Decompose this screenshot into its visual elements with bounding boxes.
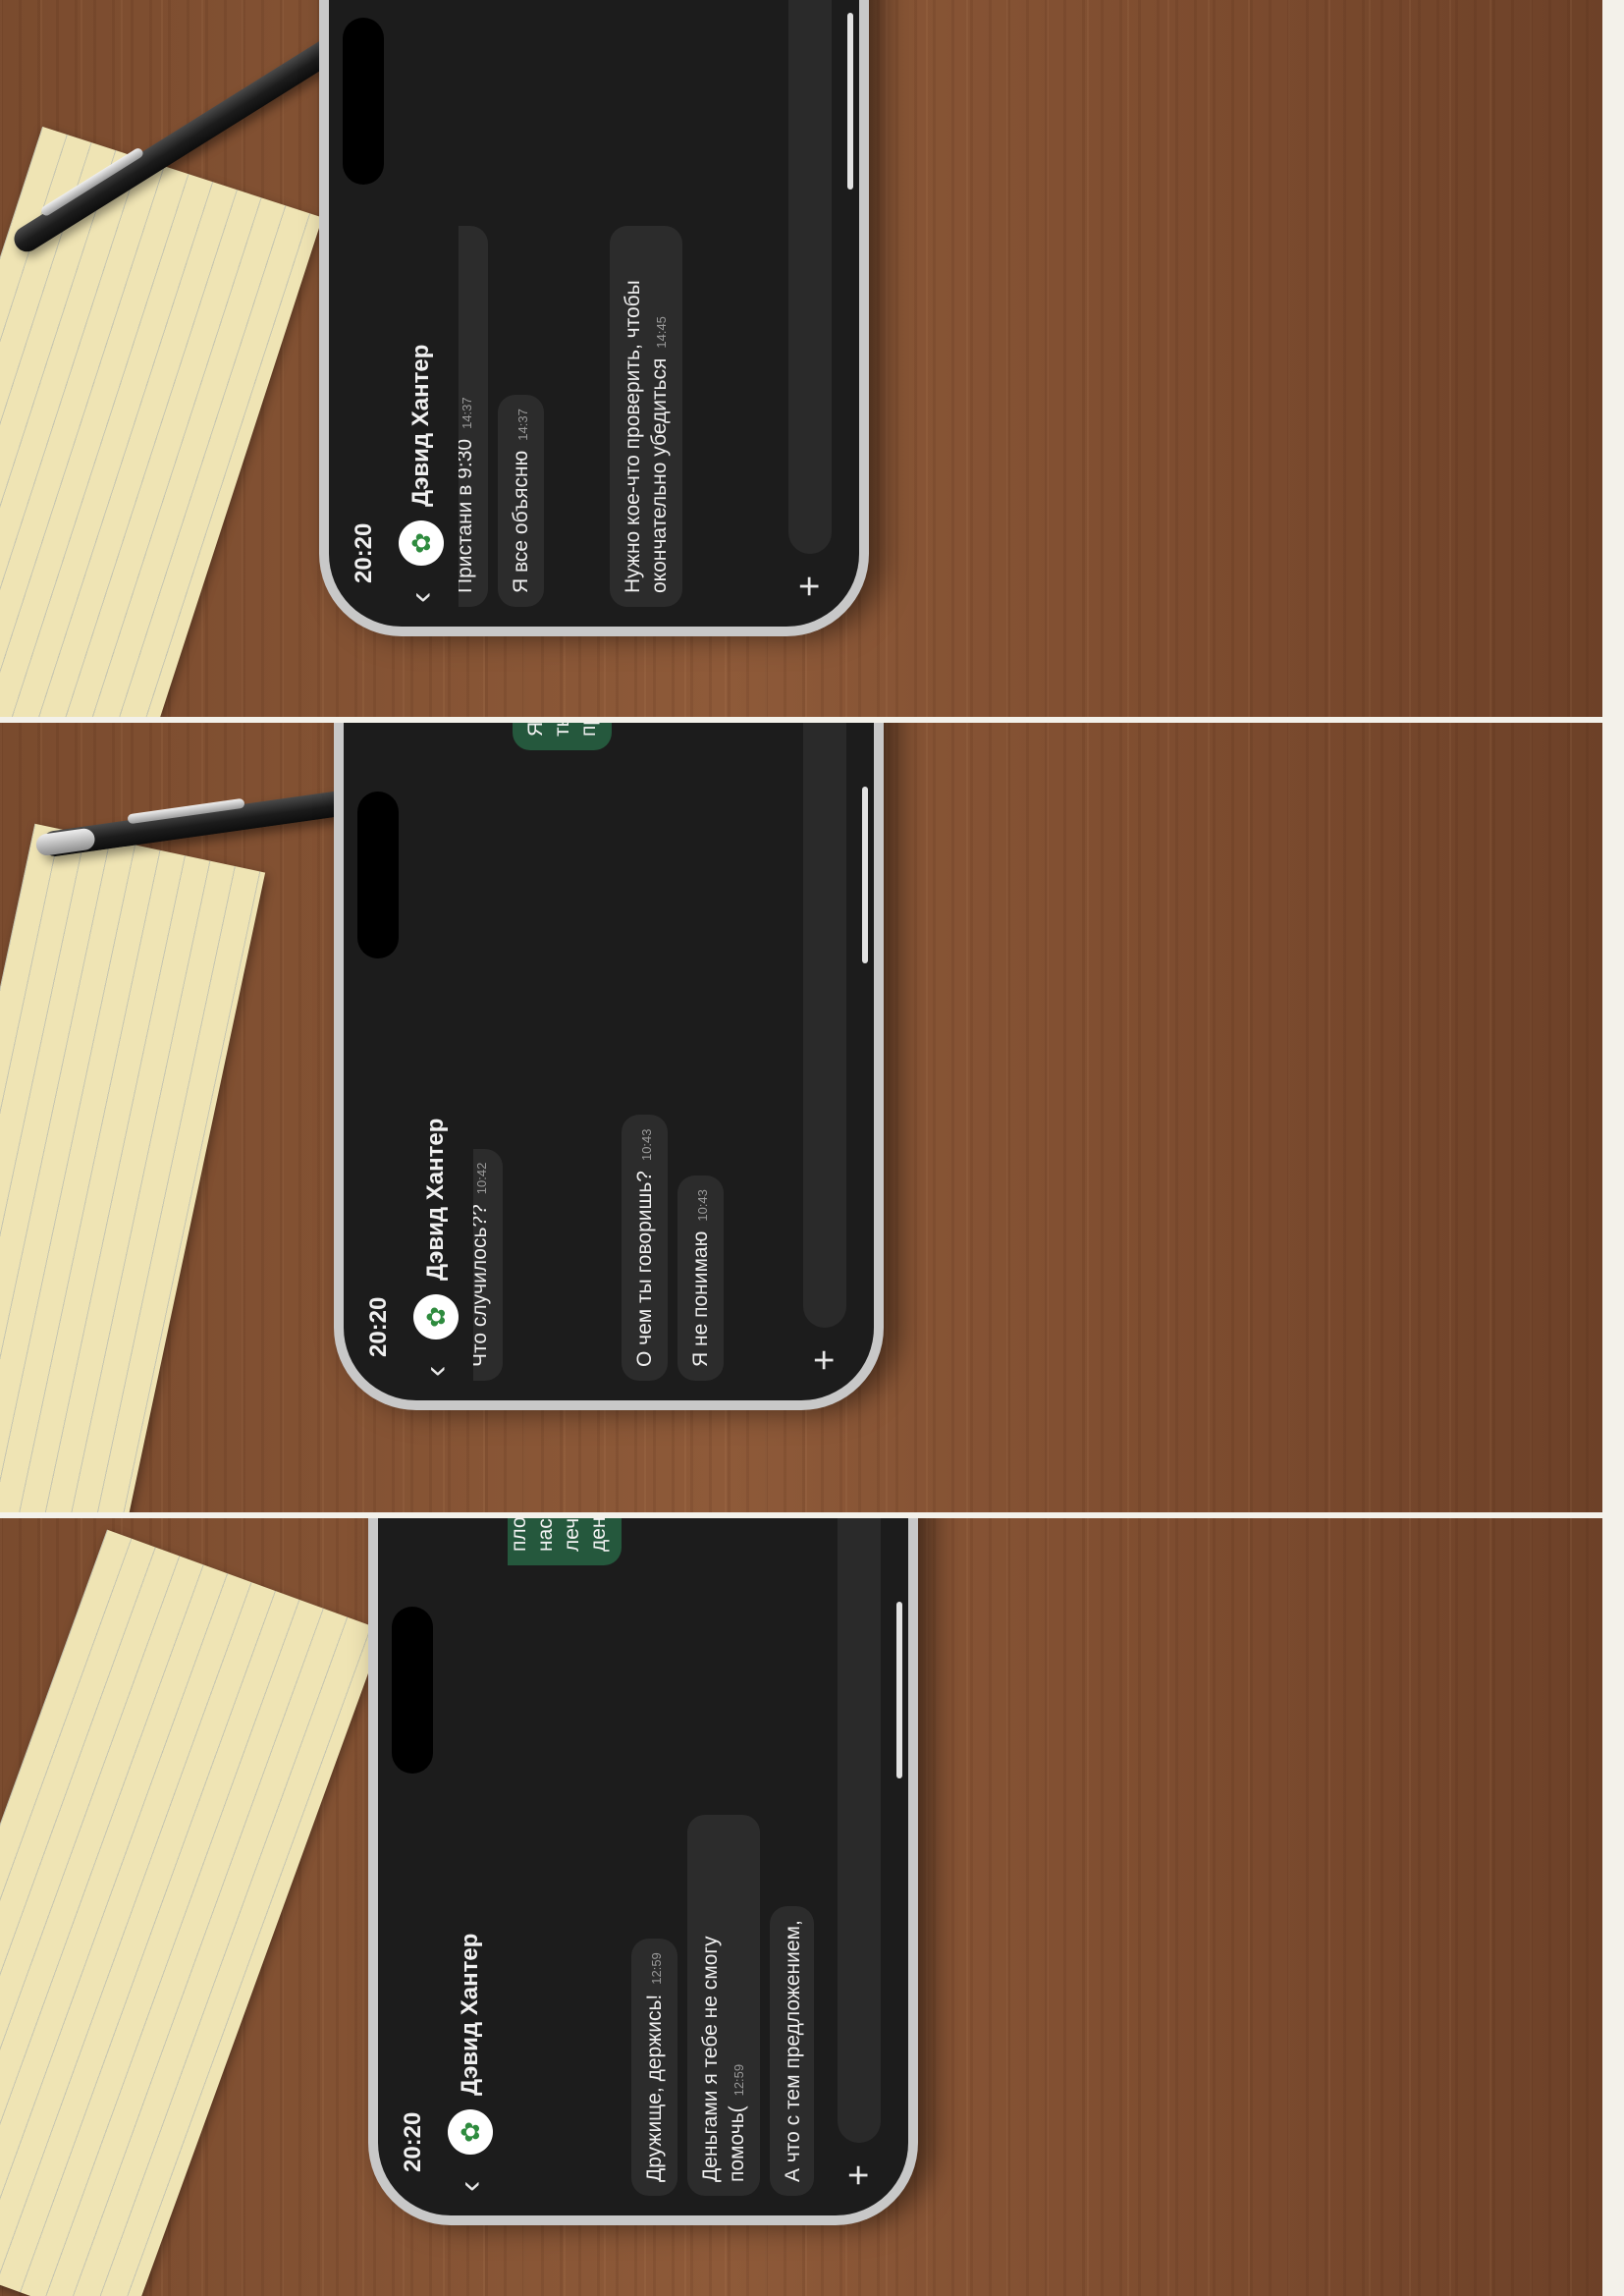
- home-indicator: [847, 13, 853, 190]
- outgoing-message[interactable]: Я не могу поверить — все это время ты тр…: [513, 723, 612, 750]
- input-bar: +◔◙🎙: [797, 723, 852, 1377]
- phone-screen: 20:20▮▮▮◠95‹✿Дэвид Хантер▭✆18 мая 2024г.…: [378, 1518, 908, 2215]
- status-bar: 20:20▮▮▮◠95: [347, 0, 382, 583]
- phone-screen: 20:20▮▮▮◠95‹✿Дэвид Хантер▭✆что случилось…: [329, 0, 859, 627]
- photo-panel-3: 20:20▮▮▮◠95‹✿Дэвид Хантер▭✆18 мая 2024г.…: [0, 1518, 1602, 2296]
- photo-panel-1: 20:20▮▮▮◠95‹✿Дэвид Хантер▭✆что случилось…: [0, 0, 1602, 717]
- photo-panel-2: 20:20▮▮▮◠95‹✿Дэвид Хантер▭✆помочь(А что …: [0, 723, 1602, 1512]
- notepad-paper: [0, 1529, 384, 2296]
- incoming-message[interactable]: Давай встретимся завтра на Пристани в 9:…: [459, 226, 488, 607]
- contact-avatar[interactable]: ✿: [448, 2109, 493, 2155]
- message-text: Я не могу поверить — все это время ты тр…: [524, 723, 600, 737]
- contact-name[interactable]: Дэвид Хантер: [422, 723, 450, 1281]
- incoming-message[interactable]: О чем ты говоришь? 10:43: [622, 1115, 668, 1381]
- status-time: 20:20: [365, 1296, 392, 1357]
- chevron-left-icon[interactable]: ‹: [403, 579, 441, 603]
- notepad-paper: [0, 823, 266, 1512]
- status-time: 20:20: [351, 522, 377, 583]
- message-input[interactable]: [838, 1518, 881, 2143]
- incoming-message[interactable]: А что с тем предложением,: [770, 1906, 814, 2196]
- incoming-message[interactable]: Я не понимаю 10:43: [677, 1175, 724, 1381]
- message-time: 10:43: [639, 1128, 654, 1162]
- message-list: 18 мая 2024г.Дэвид, привет! Спасибо за у…: [508, 1518, 814, 2196]
- message-list: помочь(А что с тем предложением, которое…: [473, 723, 780, 1381]
- message-text: Я все объясню: [510, 450, 532, 593]
- phone-3: 20:20▮▮▮◠95‹✿Дэвид Хантер▭✆что случилось…: [319, 0, 869, 636]
- home-indicator: [896, 1602, 902, 1778]
- incoming-message[interactable]: Я все объясню 14:37: [498, 395, 544, 607]
- message-text: Я не понимаю: [689, 1230, 712, 1367]
- input-bar: +◔◙🎙: [832, 1518, 887, 2192]
- message-time: 10:42: [474, 1162, 489, 1195]
- status-bar: 20:20▮▮▮◠95: [361, 723, 397, 1357]
- home-indicator: [862, 787, 868, 963]
- contact-name[interactable]: Дэвид Хантер: [407, 0, 435, 507]
- message-text: О чем ты говоришь?: [633, 1171, 656, 1367]
- input-bar: +◔◙🎙: [783, 0, 838, 603]
- phone-2: 20:20▮▮▮◠95‹✿Дэвид Хантер▭✆помочь(А что …: [334, 723, 884, 1410]
- plus-icon[interactable]: +: [839, 2159, 881, 2192]
- status-bar: 20:20▮▮▮◠95: [396, 1518, 431, 2172]
- message-text: Честно говоря, нет. Ты меня извини, но м…: [508, 1518, 610, 1552]
- incoming-message[interactable]: Нужно кое-что проверить, чтобы окончател…: [610, 226, 682, 607]
- incoming-message[interactable]: Деньгами я тебе не смогу помочь(12:59: [687, 1815, 760, 2196]
- chat-header: ‹✿Дэвид Хантер▭✆: [406, 723, 465, 1377]
- message-input[interactable]: [788, 0, 832, 554]
- message-text: Деньгами я тебе не смогу помочь(: [699, 1936, 748, 2182]
- incoming-message[interactable]: Что случилось?? 10:42: [473, 1148, 503, 1381]
- message-input[interactable]: [803, 723, 846, 1328]
- message-time: 14:37: [515, 409, 530, 441]
- contact-name[interactable]: Дэвид Хантер: [457, 1518, 484, 2096]
- chat-header: ‹✿Дэвид Хантер▭✆: [441, 1518, 500, 2192]
- message-thread: что случилось??10:42Я не могу поверить —…: [459, 0, 765, 607]
- message-time: 14:45: [654, 316, 669, 349]
- outgoing-message[interactable]: Честно говоря, нет. Ты меня извини, но м…: [508, 1518, 622, 1565]
- chat-header: ‹✿Дэвид Хантер▭✆: [392, 0, 451, 603]
- status-time: 20:20: [400, 2111, 426, 2172]
- message-text: Давай встретимся завтра на Пристани в 9:…: [459, 438, 476, 593]
- message-time: 10:43: [695, 1189, 710, 1222]
- chevron-left-icon[interactable]: ‹: [417, 1353, 456, 1377]
- message-time: 12:59: [649, 1952, 664, 1985]
- contact-avatar[interactable]: ✿: [399, 520, 444, 566]
- incoming-message[interactable]: Дружище, держись! 12:59: [631, 1939, 677, 2196]
- plus-icon[interactable]: +: [804, 1343, 846, 1377]
- contact-avatar[interactable]: ✿: [413, 1294, 459, 1339]
- message-thread: 18 мая 2024г.Дэвид, привет! Спасибо за у…: [508, 1518, 814, 2196]
- message-thread: помочь(А что с тем предложением, которое…: [473, 723, 780, 1381]
- message-text: Что случилось??: [473, 1204, 491, 1367]
- message-time: 14:37: [460, 397, 474, 429]
- message-text: Дружище, держись!: [643, 1994, 666, 2182]
- message-time: 12:59: [731, 2063, 746, 2097]
- message-text: А что с тем предложением,: [782, 1920, 804, 2182]
- phone-screen: 20:20▮▮▮◠95‹✿Дэвид Хантер▭✆помочь(А что …: [344, 723, 874, 1400]
- message-list: что случилось??10:42Я не могу поверить —…: [459, 0, 765, 607]
- chevron-left-icon[interactable]: ‹: [452, 2168, 490, 2192]
- plus-icon[interactable]: +: [789, 570, 832, 603]
- phone-1: 20:20▮▮▮◠95‹✿Дэвид Хантер▭✆18 мая 2024г.…: [368, 1518, 918, 2225]
